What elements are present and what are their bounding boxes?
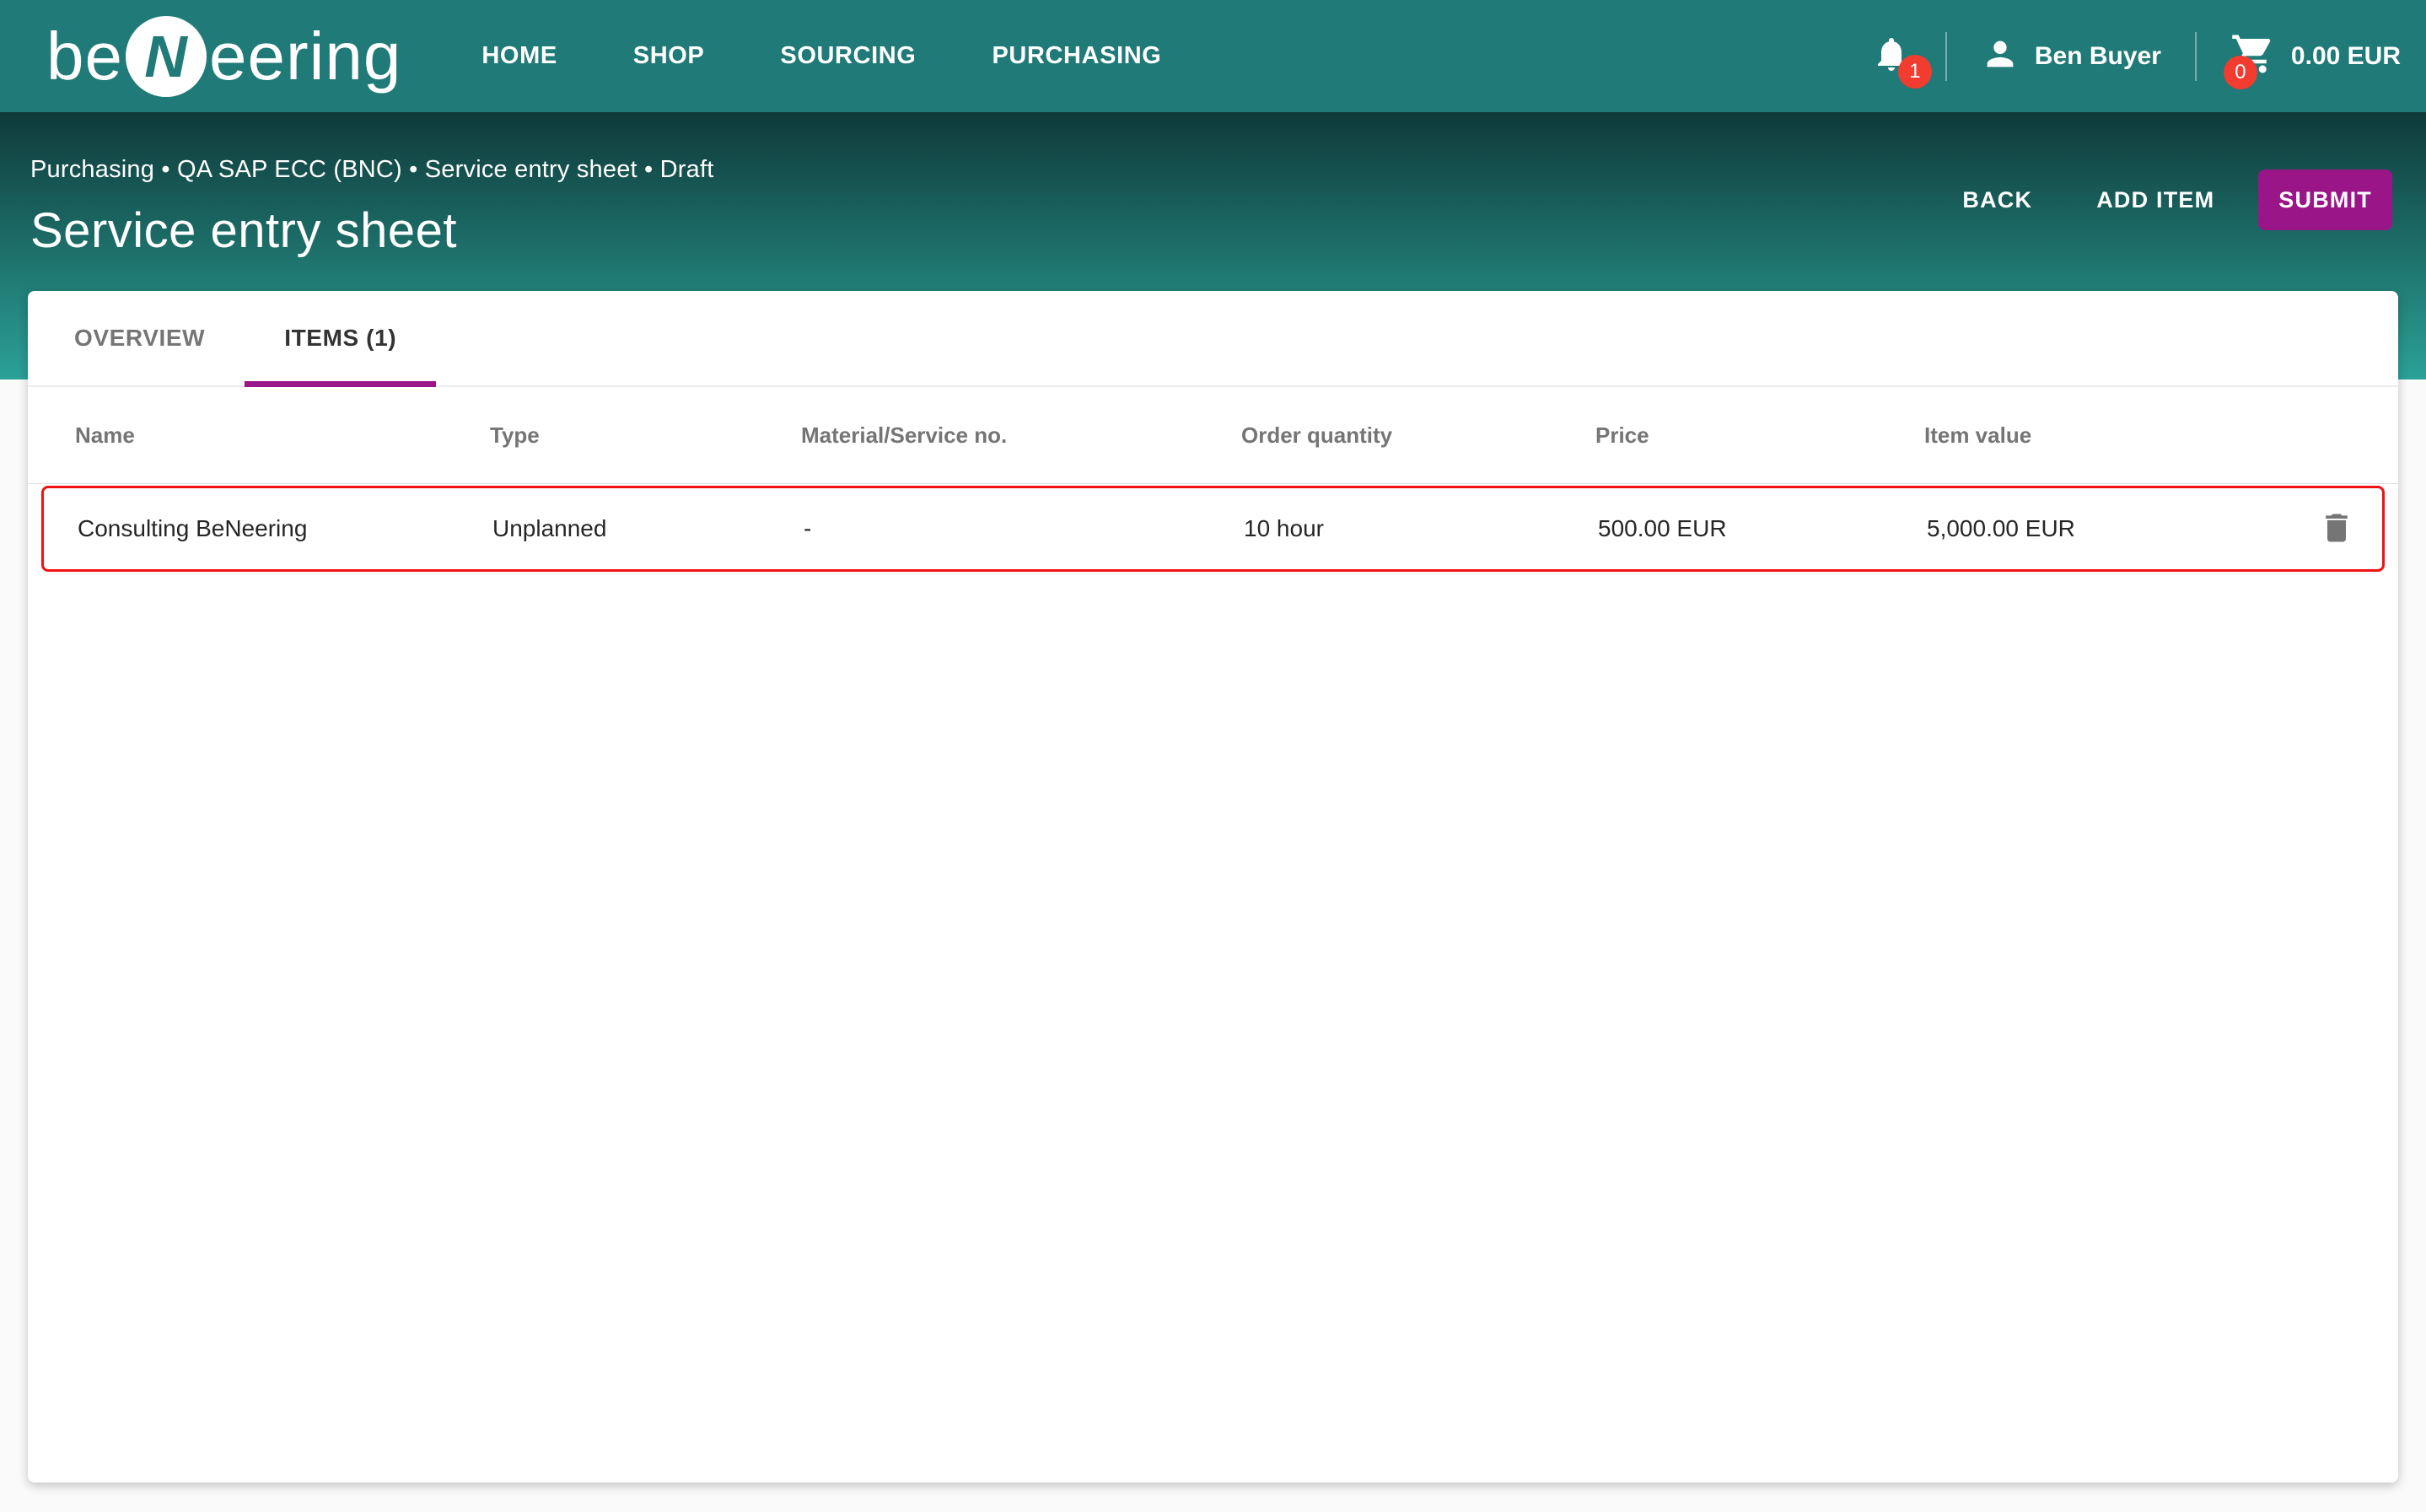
cart-total: 0.00 EUR bbox=[2291, 42, 2401, 71]
notifications-button[interactable]: 1 bbox=[1871, 34, 1912, 78]
logo-n-circle-icon: N bbox=[126, 16, 207, 97]
nav-item-sourcing[interactable]: SOURCING bbox=[742, 0, 954, 112]
cell-price: 500.00 EUR bbox=[1598, 515, 1927, 542]
logo-text-suffix: eering bbox=[209, 23, 401, 90]
column-header-type: Type bbox=[490, 422, 801, 449]
header-actions: BACK ADD ITEM SUBMIT bbox=[1930, 169, 2392, 230]
cell-name: Consulting BeNeering bbox=[78, 515, 492, 542]
cell-material-service-no: - bbox=[804, 515, 1244, 542]
main-nav-menu: HOME SHOP SOURCING PURCHASING bbox=[444, 0, 1199, 112]
column-header-price: Price bbox=[1595, 422, 1924, 449]
nav-item-shop[interactable]: SHOP bbox=[595, 0, 743, 112]
navbar-right-section: 1 Ben Buyer 0 0.00 EUR bbox=[1871, 31, 2401, 81]
cart-count-badge: 0 bbox=[2224, 56, 2257, 89]
logo-text-prefix: be bbox=[46, 23, 123, 90]
add-item-button[interactable]: ADD ITEM bbox=[2064, 169, 2246, 230]
cell-type: Unplanned bbox=[492, 515, 804, 542]
delete-item-button[interactable] bbox=[2318, 509, 2355, 549]
column-header-item-value: Item value bbox=[1924, 422, 2305, 449]
user-name: Ben Buyer bbox=[2035, 42, 2161, 71]
tab-overview[interactable]: OVERVIEW bbox=[35, 291, 245, 385]
user-menu-button[interactable]: Ben Buyer bbox=[1981, 35, 2161, 78]
top-navbar: be N eering HOME SHOP SOURCING PURCHASIN… bbox=[0, 0, 2426, 112]
items-table-header: Name Type Material/Service no. Order qua… bbox=[28, 387, 2398, 484]
nav-item-home[interactable]: HOME bbox=[444, 0, 594, 112]
cart-button[interactable]: 0 0.00 EUR bbox=[2230, 31, 2401, 81]
tab-bar: OVERVIEW ITEMS (1) bbox=[28, 291, 2398, 387]
submit-button[interactable]: SUBMIT bbox=[2258, 169, 2392, 230]
navbar-divider bbox=[1945, 32, 1947, 81]
cell-order-quantity: 10 hour bbox=[1244, 515, 1598, 542]
tab-items[interactable]: ITEMS (1) bbox=[245, 291, 436, 385]
column-header-material-service-no: Material/Service no. bbox=[801, 422, 1241, 449]
service-entry-sheet-card: OVERVIEW ITEMS (1) Name Type Material/Se… bbox=[28, 291, 2398, 1482]
beneering-logo[interactable]: be N eering bbox=[46, 16, 401, 97]
notification-count-badge: 1 bbox=[1898, 55, 1932, 89]
navbar-divider bbox=[2195, 32, 2197, 81]
column-header-order-quantity: Order quantity bbox=[1241, 422, 1595, 449]
back-button[interactable]: BACK bbox=[1930, 169, 2064, 230]
column-header-name: Name bbox=[75, 422, 490, 449]
trash-icon bbox=[2318, 509, 2355, 549]
nav-item-purchasing[interactable]: PURCHASING bbox=[954, 0, 1199, 112]
table-row[interactable]: Consulting BeNeering Unplanned - 10 hour… bbox=[41, 486, 2385, 572]
cell-item-value: 5,000.00 EUR bbox=[1927, 515, 2307, 542]
person-icon bbox=[1981, 35, 2020, 78]
